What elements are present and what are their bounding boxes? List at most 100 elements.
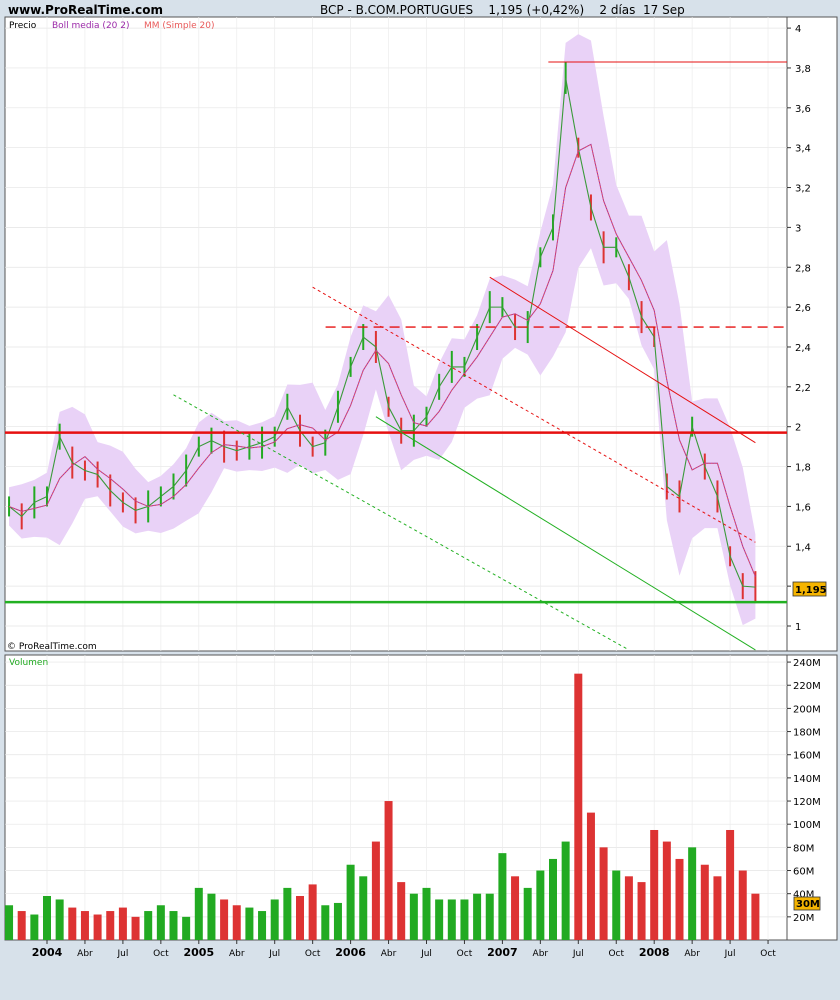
legend-mm: MM (Simple 20) (144, 21, 214, 31)
volume-bar (258, 911, 267, 940)
volume-bar (397, 882, 406, 940)
price-tick-label: 2,4 (795, 343, 811, 354)
volume-bar (5, 905, 14, 940)
volume-bar (43, 895, 51, 940)
volume-bar (485, 893, 494, 940)
volume-bar (93, 914, 102, 940)
time-tick-label: 2007 (487, 946, 518, 959)
volume-bar (713, 876, 722, 940)
volume-tick-label: 160M (793, 751, 821, 762)
volume-tick-label: 120M (793, 797, 821, 808)
volume-bar (473, 893, 482, 940)
volume-bar (586, 812, 595, 940)
volume-bar (726, 829, 735, 940)
volume-bar (650, 829, 659, 940)
price-tick-label: 3,6 (795, 104, 811, 115)
time-tick-label: Jul (116, 949, 128, 959)
volume-bar (144, 911, 153, 940)
volume-bar (106, 911, 115, 940)
volume-bar (523, 887, 532, 940)
last-price-tag: 1,195 (792, 581, 827, 597)
volume-bar (270, 899, 279, 940)
time-tick-label: Oct (457, 949, 473, 959)
volume-tick-label: 100M (793, 820, 821, 831)
price-tick-label: 2,2 (795, 383, 811, 394)
time-tick-label: Abr (77, 949, 93, 959)
time-tick-label: Abr (684, 949, 700, 959)
volume-bar (80, 911, 89, 940)
time-tick-label: Abr (229, 949, 245, 959)
volume-bar (182, 916, 191, 940)
volume-tick-label: 200M (793, 704, 821, 715)
volume-bar (422, 887, 431, 940)
volume-bar (561, 841, 570, 940)
volume-bar (624, 876, 633, 940)
price-tick-label: 1,6 (795, 502, 811, 513)
volume-bar (207, 893, 216, 940)
price-tick-label: 3,4 (795, 144, 811, 155)
volume-bar (549, 858, 557, 940)
volume-tick-label: 240M (793, 658, 821, 669)
price-tick-label: 2,8 (795, 263, 811, 274)
volume-bar (17, 911, 26, 940)
copyright: © ProRealTime.com (7, 642, 97, 652)
volume-bar (447, 899, 456, 940)
volume-bar (131, 916, 140, 940)
time-tick-label: Abr (381, 949, 397, 959)
volume-bar (346, 864, 355, 940)
volume-bar (637, 882, 646, 940)
volume-bar (662, 841, 671, 940)
volume-tick-label: 180M (793, 728, 821, 739)
last-volume-tag: 30M (793, 896, 821, 911)
volume-bar (333, 902, 342, 940)
volume-tick-label: 20M (793, 913, 814, 924)
price-tick-label: 2,6 (795, 303, 811, 314)
volume-bar (599, 847, 608, 940)
time-axis-labels: 2004 Abr Jul Oct 2005 Abr Jul Oct 2006 Abr Jul Oct 2… (32, 940, 776, 959)
volume-bar (700, 864, 709, 940)
volume-bar (435, 899, 444, 940)
volume-bar (321, 905, 330, 940)
time-tick-label: Jul (268, 949, 280, 959)
volume-bar (574, 673, 583, 940)
price-tick-label: 1,4 (795, 542, 811, 553)
volume-bar (156, 905, 165, 940)
volume-bar (511, 876, 520, 940)
volume-bar (169, 911, 178, 940)
volume-bar (55, 899, 64, 940)
time-tick-label: 2004 (32, 946, 63, 959)
volume-bar (283, 887, 292, 940)
time-tick-label: Oct (305, 949, 321, 959)
volume-bar (194, 887, 203, 940)
price-tick-label: 3,8 (795, 64, 811, 75)
volume-bar (751, 893, 760, 940)
svg-text:30M: 30M (796, 899, 820, 910)
legend-price: Precio (9, 21, 37, 31)
volume-bar (308, 884, 317, 940)
legend-boll: Boll media (20 2) (52, 21, 130, 31)
volume-bar (460, 899, 469, 940)
volume-bar (612, 870, 621, 940)
volume-bar (738, 870, 747, 940)
volume-bar (68, 907, 77, 940)
volume-tick-label: 80M (793, 843, 814, 854)
volume-tick-label: 60M (793, 867, 814, 878)
volume-bar (409, 893, 418, 940)
volume-bar (220, 899, 229, 940)
time-tick-label: 2006 (335, 946, 366, 959)
time-tick-label: Oct (608, 949, 624, 959)
chart-svg: 11,21,41,61,822,22,42,62,833,23,43,63,84… (4, 16, 838, 959)
volume-bar (245, 907, 254, 940)
volume-bar (384, 801, 393, 940)
price-tick-label: 1,8 (795, 463, 811, 474)
time-tick-label: Abr (533, 949, 549, 959)
volume-bar (359, 876, 368, 940)
price-tick-label: 1 (795, 622, 801, 633)
time-tick-label: Oct (153, 949, 169, 959)
price-tick-label: 3 (795, 223, 801, 234)
time-tick-label: 2005 (183, 946, 214, 959)
time-tick-label: Jul (724, 949, 736, 959)
volume-bar (296, 895, 304, 940)
svg-text:1,195: 1,195 (795, 585, 827, 596)
volume-bar (232, 905, 241, 940)
